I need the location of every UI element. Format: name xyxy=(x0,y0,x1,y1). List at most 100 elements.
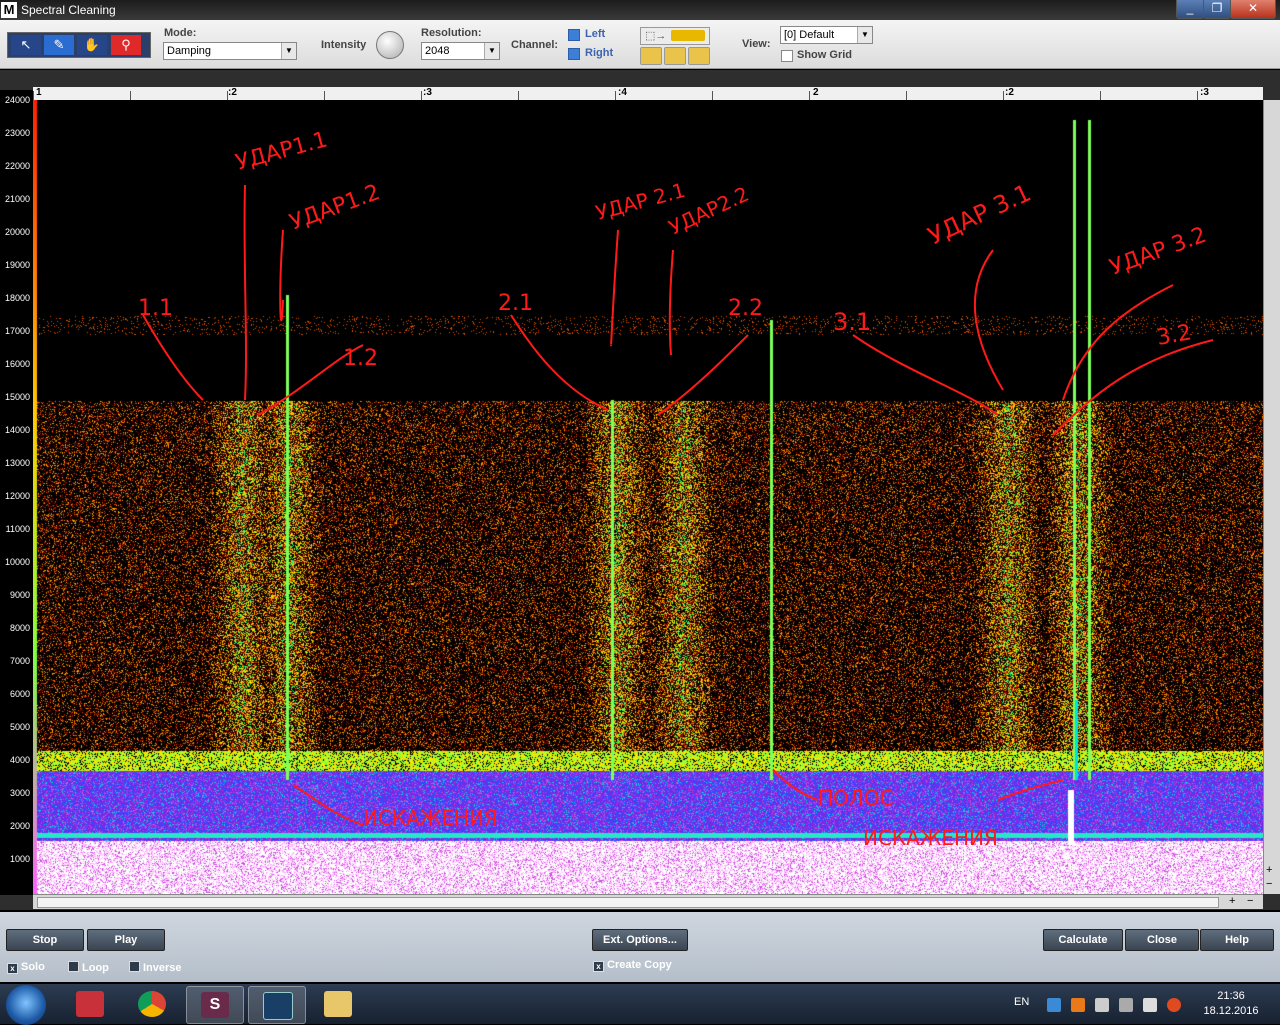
annotation-arrow xyxy=(852,334,999,416)
taskbar-app-pdf[interactable] xyxy=(62,986,118,1022)
view-value: [0] Default xyxy=(784,29,835,41)
windows-start-icon[interactable] xyxy=(6,985,46,1025)
taskbar-app-video[interactable] xyxy=(248,986,306,1024)
lightning-icon xyxy=(671,30,705,41)
show-grid-checkbox[interactable] xyxy=(781,50,793,62)
frequency-tick: 20000 xyxy=(4,227,30,237)
tool-group: ↖ ✎ ✋ ⚲ xyxy=(7,32,151,58)
solo-checkbox[interactable]: x Solo xyxy=(7,961,45,974)
ruler-tick xyxy=(1003,91,1004,100)
taskbar-app-sound-forge[interactable]: S xyxy=(186,986,244,1024)
pdf-app-icon xyxy=(76,991,104,1017)
ext-options-button[interactable]: Ext. Options... xyxy=(592,929,688,951)
vertical-scrollbar[interactable]: + − xyxy=(1263,100,1280,894)
h-zoom-in-button[interactable]: + xyxy=(1229,895,1235,907)
calculate-button[interactable]: Calculate xyxy=(1043,929,1123,951)
frequency-tick: 1000 xyxy=(9,854,30,864)
annotation-arrow xyxy=(997,779,1064,801)
zoom-in-button[interactable]: + xyxy=(1266,864,1272,876)
annotation-label: 2.1 xyxy=(498,291,533,316)
clock-date: 18.12.2016 xyxy=(1203,1005,1259,1017)
brush-icon[interactable]: ✎ xyxy=(44,35,74,55)
clock[interactable]: 21:36 18.12.2016 xyxy=(1196,989,1266,1019)
mode-label: Mode: xyxy=(164,27,197,39)
tray-monitor-icon[interactable] xyxy=(1119,998,1133,1012)
ruler-label: :4 xyxy=(618,87,627,98)
frequency-axis: 24000 23000 22000 21000 20000 19000 18000 17000… xyxy=(0,90,33,895)
nav-down-button[interactable] xyxy=(664,47,686,65)
ruler-label: 1 xyxy=(36,87,42,98)
tray-firefox-icon[interactable] xyxy=(1167,998,1181,1012)
mode-value: Damping xyxy=(167,45,212,57)
annotation-arrow xyxy=(668,249,674,356)
language-indicator[interactable]: EN xyxy=(1014,996,1029,1008)
frequency-tick: 11000 xyxy=(5,524,30,534)
ruler-tick xyxy=(615,91,616,100)
frequency-tick: 19000 xyxy=(4,260,30,270)
annotation-label: ИСКАЖЕНИЯ xyxy=(863,826,998,850)
intensity-knob[interactable] xyxy=(376,31,404,59)
taskbar-app-explorer[interactable] xyxy=(310,986,366,1022)
channel-right-label: Right xyxy=(585,47,614,59)
volume-icon[interactable] xyxy=(1095,998,1109,1012)
inverse-checkbox[interactable]: Inverse xyxy=(129,961,182,974)
annotation-arrow xyxy=(279,229,284,322)
ruler-label: :3 xyxy=(423,87,432,98)
play-button[interactable]: Play xyxy=(87,929,165,951)
arrow-cursor-icon[interactable]: ↖ xyxy=(11,35,41,55)
resolution-select[interactable]: 2048 ▼ xyxy=(421,42,500,60)
annotation-arrow xyxy=(510,314,609,411)
frequency-tick: 23000 xyxy=(4,128,30,138)
mode-select[interactable]: Damping ▼ xyxy=(163,42,297,60)
ruler-tick xyxy=(1100,91,1101,100)
loop-label: Loop xyxy=(82,962,109,974)
hand-icon[interactable]: ✋ xyxy=(77,35,107,55)
ruler-label: :2 xyxy=(1005,87,1014,98)
channel-left-checkbox[interactable] xyxy=(568,29,580,41)
stop-button[interactable]: Stop xyxy=(6,929,84,951)
frequency-tick: 17000 xyxy=(4,326,30,336)
maximize-button[interactable]: ❐ xyxy=(1203,0,1231,19)
minimize-button[interactable]: _ xyxy=(1176,0,1204,19)
magnifier-icon[interactable]: ⚲ xyxy=(111,35,141,55)
tray-update-icon[interactable] xyxy=(1071,998,1085,1012)
annotation-arrow xyxy=(610,229,619,347)
annotation-arrow xyxy=(772,769,819,801)
annotation-arrow xyxy=(1052,339,1214,436)
title-bar: M Spectral Cleaning _ ❐ ✕ xyxy=(0,0,1280,20)
marker-transfer-button[interactable]: ⬚→ xyxy=(640,27,710,45)
action-center-flag-icon[interactable] xyxy=(1143,998,1157,1012)
channel-right-checkbox[interactable] xyxy=(568,48,580,60)
zoom-out-button[interactable]: − xyxy=(1266,878,1272,890)
frequency-tick: 12000 xyxy=(4,491,30,501)
loop-checkbox[interactable]: Loop xyxy=(68,961,109,974)
create-copy-checkbox[interactable]: x Create Copy xyxy=(593,959,672,972)
frequency-tick: 2000 xyxy=(9,821,30,831)
close-window-button[interactable]: ✕ xyxy=(1230,0,1276,19)
horizontal-scrollbar[interactable]: + − xyxy=(33,894,1263,909)
ruler-tick xyxy=(33,91,34,100)
chevron-down-icon: ▼ xyxy=(484,43,499,59)
frequency-tick: 9000 xyxy=(9,590,30,600)
frequency-tick: 21000 xyxy=(4,194,30,204)
solo-label: Solo xyxy=(21,961,45,973)
taskbar-app-chrome[interactable] xyxy=(124,986,180,1022)
annotation-arrow xyxy=(657,334,749,416)
tray-network-icon[interactable] xyxy=(1047,998,1061,1012)
close-button[interactable]: Close xyxy=(1125,929,1199,951)
nav-back-button[interactable] xyxy=(640,47,662,65)
ruler-tick xyxy=(518,91,519,100)
chrome-icon xyxy=(138,991,166,1017)
view-select[interactable]: [0] Default ▼ xyxy=(780,26,873,44)
ruler-label: :3 xyxy=(1200,87,1209,98)
nav-forward-button[interactable] xyxy=(688,47,710,65)
ruler-tick xyxy=(324,91,325,100)
frequency-tick: 16000 xyxy=(4,359,30,369)
check-mark: x xyxy=(7,963,18,974)
time-ruler[interactable]: 1:2:3:4 2:2:3 xyxy=(33,87,1263,101)
scroll-thumb[interactable] xyxy=(37,897,1219,908)
h-zoom-out-button[interactable]: − xyxy=(1247,895,1253,907)
annotation-label: УДАР1.2 xyxy=(287,180,384,236)
frequency-tick: 18000 xyxy=(4,293,30,303)
help-button[interactable]: Help xyxy=(1200,929,1274,951)
